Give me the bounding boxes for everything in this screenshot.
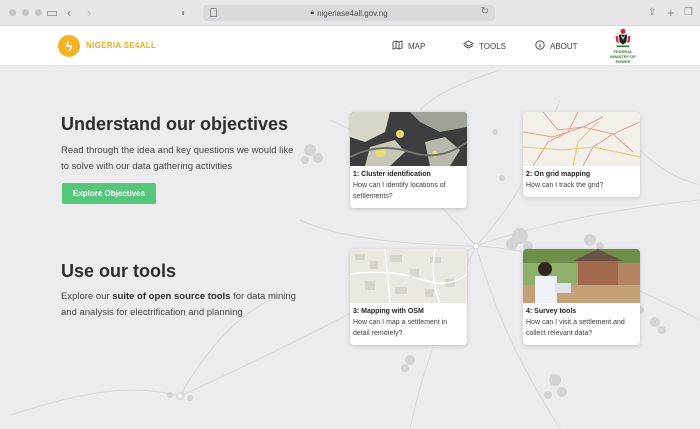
survey-photo-thumbnail xyxy=(523,249,640,303)
window-controls[interactable] xyxy=(9,9,42,16)
browser-toolbar: ▭ ‹ › ◐ 🔒︎ nigeriase4all.gov.ng ↻ ⇪ + ❐ xyxy=(0,0,700,26)
nav-map-label: MAP xyxy=(408,42,426,51)
card-description: How can I track the grid? xyxy=(526,182,604,189)
address-bar[interactable]: 🔒︎ nigeriase4all.gov.ng ↻ xyxy=(203,5,495,21)
card-survey-tools[interactable]: 4: Survey tools How can I visit a settle… xyxy=(523,249,640,345)
nav-tools[interactable]: TOOLS xyxy=(462,40,506,53)
tools-text-pre: Explore our xyxy=(61,291,113,302)
card-description: How can I identify locations of settleme… xyxy=(353,182,446,200)
lightning-logo-icon[interactable]: ϟ xyxy=(58,35,80,57)
coat-of-arms-icon xyxy=(615,28,631,48)
info-icon xyxy=(535,40,545,53)
privacy-icon[interactable]: ◐ xyxy=(181,6,187,22)
sidebar-toggle-icon[interactable]: ▭ xyxy=(46,5,58,21)
card-mapping-with-osm[interactable]: 3: Mapping with OSM How can I map a sett… xyxy=(350,249,467,345)
forward-icon[interactable]: › xyxy=(87,5,91,21)
cluster-map-thumbnail xyxy=(350,112,467,166)
objectives-text: Read through the idea and key questions … xyxy=(61,145,294,172)
card-on-grid-mapping[interactable]: 2: On grid mapping How can I track the g… xyxy=(523,112,640,197)
share-icon[interactable]: ⇪ xyxy=(648,5,656,21)
card-title: 4: Survey tools xyxy=(526,308,577,315)
card-title: 3: Mapping with OSM xyxy=(353,308,424,315)
map-icon xyxy=(392,40,403,53)
ministry-logo[interactable]: FEDERAL MINISTRY OF POWER xyxy=(604,28,642,64)
site-header: ϟ NIGERIA SE4ALL MAP TOOLS ABOUT FEDERAL… xyxy=(0,26,700,66)
tools-title: Use our tools xyxy=(61,261,177,281)
url-text: nigeriase4all.gov.ng xyxy=(317,8,388,18)
back-icon[interactable]: ‹ xyxy=(67,5,71,21)
nav-tools-label: TOOLS xyxy=(479,42,506,51)
card-description: How can I map a settlement in detail rem… xyxy=(353,319,448,337)
tools-text: Explore our suite of open source tools f… xyxy=(61,289,301,321)
nav-about[interactable]: ABOUT xyxy=(535,40,578,53)
objectives-title: Understand our objectives xyxy=(61,114,289,134)
card-description: How can I visit a settlement and collect… xyxy=(526,319,625,337)
tabs-overview-icon[interactable]: ❐ xyxy=(684,5,693,21)
page-icon xyxy=(210,8,217,17)
grid-map-thumbnail xyxy=(523,112,640,166)
lock-icon: 🔒︎ xyxy=(310,9,315,16)
card-cluster-identification[interactable]: 1: Cluster identification How can I iden… xyxy=(350,112,467,208)
nav-map[interactable]: MAP xyxy=(392,40,425,53)
nav-about-label: ABOUT xyxy=(550,42,578,51)
ministry-label: FEDERAL MINISTRY OF POWER xyxy=(610,49,636,64)
osm-map-thumbnail xyxy=(350,249,467,303)
layers-icon xyxy=(462,40,475,53)
reload-icon[interactable]: ↻ xyxy=(481,6,489,17)
brand-name[interactable]: NIGERIA SE4ALL xyxy=(86,41,156,50)
card-title: 1: Cluster identification xyxy=(353,171,431,178)
new-tab-icon[interactable]: + xyxy=(667,5,675,21)
tools-text-link[interactable]: suite of open source tools xyxy=(112,291,230,302)
explore-objectives-button[interactable]: Explore Objectives xyxy=(62,183,156,204)
card-title: 2: On grid mapping xyxy=(526,171,591,178)
